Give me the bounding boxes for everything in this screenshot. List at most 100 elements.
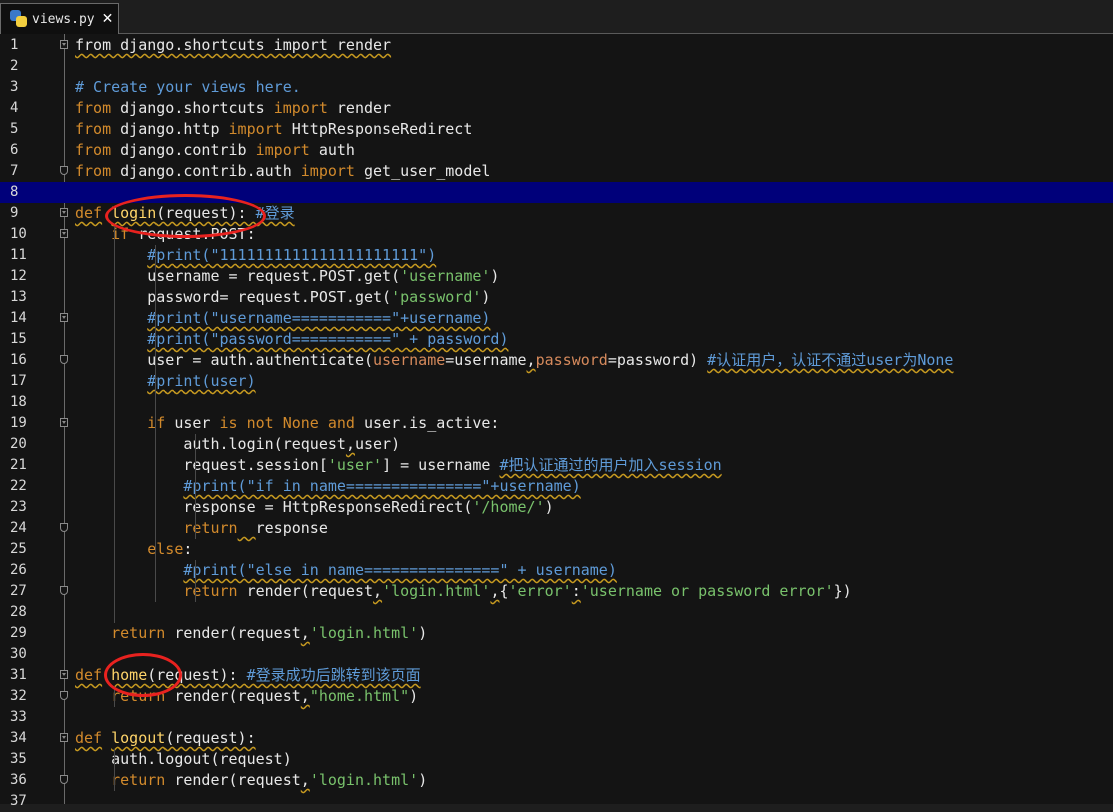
line-number: 36 — [10, 772, 27, 788]
code-line[interactable]: 24 return response — [0, 518, 1113, 539]
line-number: 28 — [10, 604, 27, 620]
code-text: auth.login(request,user) — [75, 434, 400, 455]
code-line[interactable]: 27 return render(request,'login.html',{'… — [0, 581, 1113, 602]
code-line[interactable]: 19 if user is not None and user.is_activ… — [0, 413, 1113, 434]
code-text: return response — [75, 518, 328, 539]
code-text: from django.shortcuts import render — [75, 35, 391, 56]
code-token: #print("1111111111111111111111") — [147, 246, 437, 264]
line-number: 19 — [10, 415, 27, 431]
code-line[interactable]: 1 from django.shortcuts import render — [0, 35, 1113, 56]
code-line[interactable]: 17 #print(user) — [0, 371, 1113, 392]
code-text: return render(request,'login.html',{'err… — [75, 581, 851, 602]
line-number: 5 — [10, 121, 19, 137]
fold-toggle-icon[interactable] — [60, 40, 68, 49]
code-token: render — [327, 99, 392, 117]
code-token: request.session[ — [75, 456, 328, 474]
code-token: 'user' — [327, 456, 383, 474]
line-number: 10 — [10, 226, 27, 242]
close-icon[interactable]: ✕ — [102, 11, 114, 27]
code-line[interactable]: 12 username = request.POST.get('username… — [0, 266, 1113, 287]
fold-toggle-icon[interactable] — [60, 733, 68, 742]
code-token: 'login.html' — [309, 771, 419, 789]
code-line[interactable]: 10 if request.POST: — [0, 224, 1113, 245]
code-line[interactable]: 11 #print("1111111111111111111111") — [0, 245, 1113, 266]
code-line[interactable]: 6 from django.contrib import auth — [0, 140, 1113, 161]
code-line[interactable]: 14 #print("username==========="+username… — [0, 308, 1113, 329]
code-line[interactable]: 15 #print("password===========" + passwo… — [0, 329, 1113, 350]
code-line[interactable]: 20 auth.login(request,user) — [0, 434, 1113, 455]
tab-views-py[interactable]: views.py ✕ — [0, 3, 119, 34]
code-line[interactable]: 8 — [0, 182, 1113, 203]
code-line[interactable]: 25 else: — [0, 539, 1113, 560]
code-line[interactable]: 5 from django.http import HttpResponseRed… — [0, 119, 1113, 140]
code-token: return — [183, 519, 238, 537]
code-token: HttpResponseRedirect — [282, 120, 473, 138]
indent-guide — [195, 434, 196, 539]
code-token: import — [300, 162, 355, 180]
code-token: return — [111, 771, 166, 789]
code-token: from — [75, 120, 112, 138]
fold-toggle-icon[interactable] — [60, 229, 68, 238]
code-token: user) — [354, 435, 401, 453]
code-token: , — [345, 435, 355, 453]
code-line[interactable]: 23 response = HttpResponseRedirect('/hom… — [0, 497, 1113, 518]
code-token: is not None and — [219, 414, 355, 432]
code-line[interactable]: 21 request.session['user'] = username #把… — [0, 455, 1113, 476]
code-line[interactable]: 28 — [0, 602, 1113, 623]
code-line[interactable]: 18 — [0, 392, 1113, 413]
code-token: #登录成功后跳转到该页面 — [246, 666, 421, 684]
code-token: auth — [309, 141, 355, 159]
code-line[interactable]: 22 #print("if in name==============="+us… — [0, 476, 1113, 497]
code-token: password= request.POST.get( — [75, 288, 392, 306]
code-line[interactable]: 13 password= request.POST.get('password'… — [0, 287, 1113, 308]
code-line[interactable]: 33 — [0, 707, 1113, 728]
code-text: return render(request,"home.html") — [75, 686, 418, 707]
code-line[interactable]: 34 def logout(request): — [0, 728, 1113, 749]
code-token: import — [273, 99, 328, 117]
code-text: user = auth.authenticate(username=userna… — [75, 350, 953, 371]
code-line[interactable]: 26 #print("else in name===============" … — [0, 560, 1113, 581]
code-line[interactable]: 9 def login(request): #登录 — [0, 203, 1113, 224]
line-number: 11 — [10, 247, 27, 263]
code-token: : — [571, 582, 581, 600]
code-text: response = HttpResponseRedirect('/home/'… — [75, 497, 554, 518]
code-token: ] = username — [382, 456, 500, 474]
code-line[interactable]: 3 # Create your views here. — [0, 77, 1113, 98]
line-number: 9 — [10, 205, 19, 221]
code-line[interactable]: 30 — [0, 644, 1113, 665]
code-line[interactable]: 16 user = auth.authenticate(username=use… — [0, 350, 1113, 371]
line-number: 33 — [10, 709, 27, 725]
code-text: password= request.POST.get('password') — [75, 287, 490, 308]
code-token: auth.logout(request) — [75, 750, 292, 768]
code-line[interactable]: 7 from django.contrib.auth import get_use… — [0, 161, 1113, 182]
code-text: from django.contrib import auth — [75, 140, 355, 161]
code-line[interactable]: 2 — [0, 56, 1113, 77]
code-token: 'login.html' — [382, 582, 491, 600]
python-file-icon — [10, 10, 28, 28]
fold-toggle-icon[interactable] — [60, 313, 68, 322]
code-token: , — [300, 624, 310, 642]
code-editor[interactable]: 1 from django.shortcuts import render 2 3 # … — [0, 34, 1113, 809]
code-line[interactable]: 4 from django.shortcuts import render — [0, 98, 1113, 119]
fold-toggle-icon[interactable] — [60, 208, 68, 217]
line-number: 35 — [10, 751, 27, 767]
code-text: else: — [75, 539, 192, 560]
code-line[interactable]: 32 return render(request,"home.html") — [0, 686, 1113, 707]
code-line[interactable]: 31 def home(request): #登录成功后跳转到该页面 — [0, 665, 1113, 686]
fold-toggle-icon[interactable] — [60, 418, 68, 427]
code-text: from django.contrib.auth import get_user… — [75, 161, 490, 182]
code-line[interactable]: 29 return render(request,'login.html') — [0, 623, 1113, 644]
code-token: ) — [544, 498, 554, 516]
code-token: password — [535, 351, 608, 369]
code-line[interactable]: 36 return render(request,'login.html') — [0, 770, 1113, 791]
fold-toggle-icon[interactable] — [60, 670, 68, 679]
tab-bar: views.py ✕ — [0, 0, 1113, 34]
code-token: def — [75, 729, 103, 747]
code-text: def logout(request): — [75, 728, 256, 749]
code-line[interactable]: 35 auth.logout(request) — [0, 749, 1113, 770]
code-line[interactable]: 37 — [0, 791, 1113, 812]
